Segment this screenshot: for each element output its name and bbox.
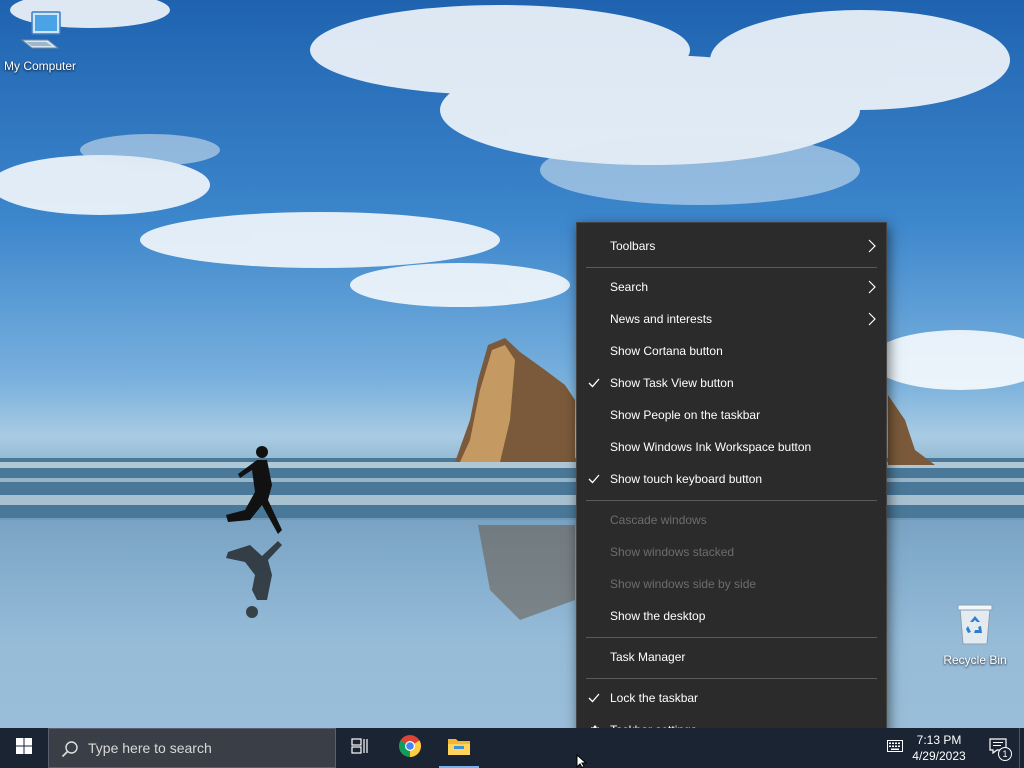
taskbar-search-box[interactable]: Type here to search [48,728,336,768]
menu-item-lock-the-taskbar[interactable]: Lock the taskbar [577,683,886,713]
menu-item-label: Search [610,280,649,294]
system-clock[interactable]: 7:13 PM 4/29/2023 [906,728,972,768]
menu-separator [586,637,877,638]
mouse-cursor-icon [576,753,588,768]
action-center-button[interactable]: 1 [978,728,1018,768]
chrome-taskbar-button[interactable] [386,728,434,768]
search-icon [61,740,79,761]
menu-item-label: Task Manager [610,650,686,664]
start-button[interactable] [0,728,48,768]
windows-logo-icon [16,737,32,759]
recycle-bin-label: Recycle Bin [943,653,1007,667]
menu-separator [586,678,877,679]
menu-item-label: Show Windows Ink Workspace button [610,440,812,454]
file-explorer-icon [447,736,471,761]
menu-item-show-windows-ink[interactable]: Show Windows Ink Workspace button [577,432,886,462]
menu-item-toolbars[interactable]: Toolbars [577,231,886,261]
menu-item-show-the-desktop[interactable]: Show the desktop [577,601,886,631]
taskbar-context-menu: Toolbars Search News and interests Show … [576,222,887,754]
menu-item-label: Show Task View button [610,376,734,390]
menu-item-label: Show People on the taskbar [610,408,761,422]
menu-item-label: Show Cortana button [610,344,723,358]
touch-keyboard-button[interactable] [884,728,906,768]
checkmark-icon [587,472,601,486]
notification-count-badge: 1 [998,747,1012,761]
taskbar[interactable]: Type here to search 7:13 PM 4/29/2023 1 [0,728,1024,768]
menu-item-label: Show touch keyboard button [610,472,763,486]
menu-separator [586,500,877,501]
clock-date: 4/29/2023 [912,749,966,763]
menu-item-task-manager[interactable]: Task Manager [577,642,886,672]
chrome-icon [398,734,422,763]
keyboard-icon [887,739,903,757]
menu-item-news-and-interests[interactable]: News and interests [577,304,886,334]
chevron-right-icon [868,239,876,253]
my-computer-label: My Computer [3,59,77,73]
menu-item-label: Lock the taskbar [610,691,699,705]
menu-item-search[interactable]: Search [577,272,886,302]
task-view-icon [351,737,369,759]
menu-item-label: Show windows stacked [610,545,735,559]
task-view-button[interactable] [336,728,384,768]
menu-item-show-touch-keyboard[interactable]: Show touch keyboard button [577,464,886,494]
menu-item-label: Show windows side by side [610,577,757,591]
show-desktop-button[interactable] [1019,728,1024,768]
menu-item-show-windows-side-by-side: Show windows side by side [577,569,886,599]
search-placeholder: Type here to search [88,740,212,756]
chevron-right-icon [868,312,876,326]
clock-time: 7:13 PM [916,733,962,747]
menu-item-label: News and interests [610,312,713,326]
menu-item-label: Toolbars [610,239,656,253]
checkmark-icon [587,691,601,705]
recycle-bin-icon [935,602,1015,649]
recycle-bin-shortcut[interactable]: Recycle Bin [935,602,1015,667]
menu-item-show-task-view-button[interactable]: Show Task View button [577,368,886,398]
menu-item-label: Cascade windows [610,513,707,527]
computer-icon [0,10,80,55]
menu-item-show-cortana-button[interactable]: Show Cortana button [577,336,886,366]
checkmark-icon [587,376,601,390]
my-computer-shortcut[interactable]: My Computer [0,10,80,73]
menu-item-cascade-windows: Cascade windows [577,505,886,535]
menu-separator [586,267,877,268]
menu-item-label: Show the desktop [610,609,706,623]
file-explorer-taskbar-button[interactable] [435,728,483,768]
menu-item-show-people[interactable]: Show People on the taskbar [577,400,886,430]
menu-item-show-windows-stacked: Show windows stacked [577,537,886,567]
chevron-right-icon [868,280,876,294]
